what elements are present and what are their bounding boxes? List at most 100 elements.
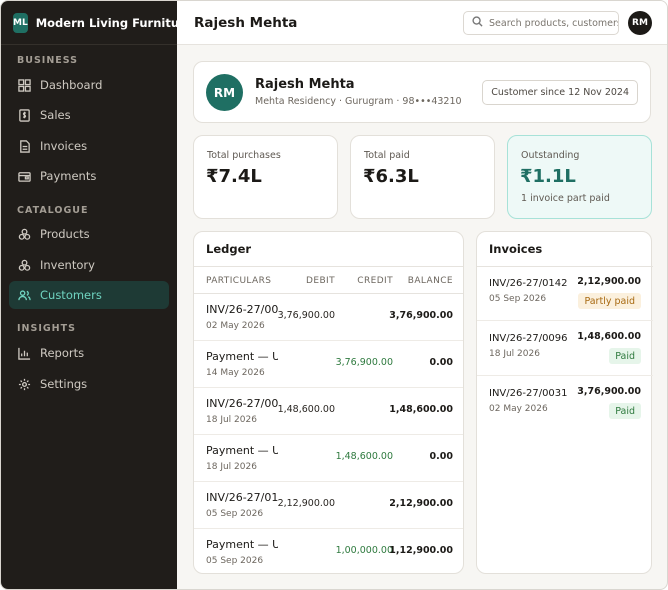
ledger-row[interactable]: Payment — UPI 14 May 2026 3,76,900.00 0.… <box>194 341 463 388</box>
invoice-date: 05 Sep 2026 <box>489 294 547 304</box>
sidebar-item-customers[interactable]: Customers <box>9 281 169 309</box>
sidebar: ML Modern Living Furniture BUSINESS Dash… <box>1 1 193 589</box>
invoice-row[interactable]: INV/26-27/0142 05 Sep 2026 2,12,900.00 P… <box>477 266 653 321</box>
invoice-amount: 1,48,600.00 <box>577 331 641 342</box>
ledger-debit: 1,48,600.00 <box>277 404 335 415</box>
ledger-particulars: Payment — UPI <box>206 444 278 457</box>
app-window: ML Modern Living Furniture BUSINESS Dash… <box>0 0 668 590</box>
invoice-number: INV/26-27/0031 <box>489 388 568 399</box>
ledger-panel: Ledger PARTICULARS DEBIT CREDIT BALANCE … <box>193 231 464 574</box>
customer-avatar: RM <box>206 74 243 111</box>
stat-note: 1 invoice part paid <box>521 193 610 204</box>
column-header-particulars: PARTICULARS <box>206 276 272 286</box>
ledger-particulars: INV/26-27/0031 <box>206 303 278 316</box>
sidebar-item-inventory[interactable]: Inventory <box>9 251 169 279</box>
ledger-balance: 1,48,600.00 <box>389 404 453 415</box>
section-label-catalogue: CATALOGUE <box>17 205 89 216</box>
stat-outstanding: Outstanding ₹1.1L 1 invoice part paid <box>507 135 652 219</box>
sidebar-item-payments[interactable]: Payments <box>9 162 169 190</box>
stat-value: ₹1.1L <box>520 166 576 187</box>
sidebar-item-products[interactable]: Products <box>9 220 169 248</box>
section-label-insights: INSIGHTS <box>17 323 76 334</box>
customer-since-badge[interactable]: Customer since 12 Nov 2024 <box>482 80 638 105</box>
column-header-balance: BALANCE <box>407 276 453 286</box>
ledger-date: 18 Jul 2026 <box>206 462 257 472</box>
ledger-particulars: INV/26-27/0096 <box>206 397 278 410</box>
customers-icon <box>18 289 31 302</box>
ledger-row[interactable]: Payment — UPI 18 Jul 2026 1,48,600.00 0.… <box>194 435 463 482</box>
sidebar-item-label: Payments <box>40 169 97 183</box>
invoices-title: Invoices <box>489 242 543 256</box>
ledger-credit: 1,00,000.00 <box>335 545 393 556</box>
stat-label: Total paid <box>364 150 410 161</box>
ledger-balance: 0.00 <box>429 451 453 462</box>
products-icon <box>18 228 31 241</box>
ledger-balance: 3,76,900.00 <box>389 310 453 321</box>
ledger-particulars: Payment — UPI <box>206 538 278 551</box>
stat-total-paid: Total paid ₹6.3L <box>350 135 495 219</box>
user-avatar[interactable]: RM <box>628 11 652 35</box>
invoice-row[interactable]: INV/26-27/0096 18 Jul 2026 1,48,600.00 P… <box>477 321 653 376</box>
ledger-date: 02 May 2026 <box>206 321 265 331</box>
settings-icon <box>18 378 31 391</box>
stat-label: Total purchases <box>207 150 281 161</box>
customer-details: Mehta Residency · Gurugram · 98•••43210 <box>255 96 462 107</box>
sidebar-item-label: Dashboard <box>40 78 103 92</box>
ledger-debit: 2,12,900.00 <box>277 498 335 509</box>
customer-card: RM Rajesh Mehta Mehta Residency · Gurugr… <box>193 61 651 123</box>
sidebar-item-label: Customers <box>40 288 102 302</box>
ledger-row[interactable]: Payment — UPI 05 Sep 2026 1,00,000.00 1,… <box>194 529 463 573</box>
invoice-number: INV/26-27/0096 <box>489 333 568 344</box>
sidebar-item-invoices[interactable]: Invoices <box>9 132 169 160</box>
payments-icon <box>18 170 31 183</box>
search-input[interactable] <box>489 17 618 29</box>
brand[interactable]: ML Modern Living Furniture <box>1 1 193 45</box>
invoice-amount: 3,76,900.00 <box>577 386 641 397</box>
sidebar-item-label: Reports <box>40 346 85 360</box>
invoice-date: 18 Jul 2026 <box>489 349 540 359</box>
stat-label: Outstanding <box>521 150 580 161</box>
ledger-row[interactable]: INV/26-27/0142 05 Sep 2026 2,12,900.00 2… <box>194 482 463 529</box>
status-badge: Paid <box>609 348 641 364</box>
invoices-panel: Invoices INV/26-27/0142 05 Sep 2026 2,12… <box>476 231 653 574</box>
ledger-date: 05 Sep 2026 <box>206 509 264 519</box>
sidebar-item-reports[interactable]: Reports <box>9 339 169 367</box>
ledger-row[interactable]: INV/26-27/0031 02 May 2026 3,76,900.00 3… <box>194 294 463 341</box>
search-box[interactable] <box>463 11 619 35</box>
sidebar-item-label: Inventory <box>40 258 95 272</box>
dashboard-icon <box>18 78 31 92</box>
sidebar-item-label: Invoices <box>40 139 88 153</box>
brand-name: Modern Living Furniture <box>35 15 193 30</box>
ledger-debit: 3,76,900.00 <box>277 310 335 321</box>
column-header-debit: DEBIT <box>306 276 335 286</box>
sidebar-item-settings[interactable]: Settings <box>9 370 169 398</box>
stat-value: ₹6.3L <box>363 166 419 187</box>
ledger-balance: 2,12,900.00 <box>389 498 453 509</box>
ledger-balance: 1,12,900.00 <box>389 545 453 556</box>
ledger-title: Ledger <box>206 242 252 256</box>
brand-logo: ML <box>13 12 28 33</box>
ledger-date: 14 May 2026 <box>206 368 265 378</box>
ledger-particulars: Payment — UPI <box>206 350 278 363</box>
sidebar-item-label: Sales <box>40 108 71 122</box>
ledger-credit: 1,48,600.00 <box>335 451 393 462</box>
invoice-amount: 2,12,900.00 <box>577 276 641 287</box>
sidebar-item-dashboard[interactable]: Dashboard <box>9 71 169 99</box>
column-header-credit: CREDIT <box>357 276 393 286</box>
status-badge: Partly paid <box>578 293 641 309</box>
status-badge: Paid <box>609 403 641 419</box>
ledger-date: 05 Sep 2026 <box>206 556 264 566</box>
customer-name: Rajesh Mehta <box>255 77 355 92</box>
ledger-row[interactable]: INV/26-27/0096 18 Jul 2026 1,48,600.00 1… <box>194 388 463 435</box>
invoice-row[interactable]: INV/26-27/0031 02 May 2026 3,76,900.00 P… <box>477 376 653 431</box>
sidebar-item-sales[interactable]: Sales <box>9 101 169 129</box>
sidebar-item-label: Products <box>40 227 90 241</box>
invoice-number: INV/26-27/0142 <box>489 278 568 289</box>
ledger-date: 18 Jul 2026 <box>206 415 257 425</box>
sales-icon <box>18 108 31 122</box>
stat-value: ₹7.4L <box>206 166 262 187</box>
reports-icon <box>18 347 31 360</box>
stat-total-purchases: Total purchases ₹7.4L <box>193 135 338 219</box>
ledger-particulars: INV/26-27/0142 <box>206 491 278 504</box>
invoice-icon <box>18 139 31 153</box>
